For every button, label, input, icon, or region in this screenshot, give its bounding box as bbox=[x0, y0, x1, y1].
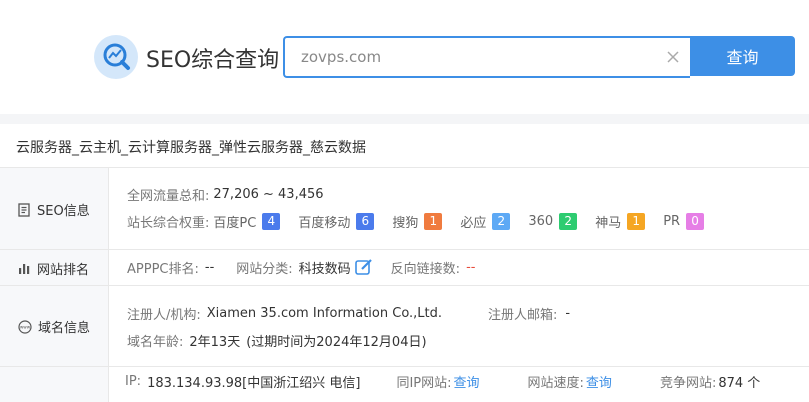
weight-name-360: 360 bbox=[528, 214, 554, 229]
rank-line: APPPC排名: -- 网站分类: 科技数码 反向链接数: -- bbox=[127, 258, 475, 277]
weight-badge-shenma[interactable]: 1 bbox=[627, 213, 646, 230]
search-input[interactable] bbox=[301, 38, 651, 76]
seo-info-label-group: SEO信息 bbox=[18, 200, 90, 219]
domain-age-line: 域名年龄: 2年13天 (过期时间为2024年12月04日) bbox=[127, 331, 427, 350]
header: SEO综合查询 查询 bbox=[0, 0, 809, 114]
weight-name-sogou: 搜狗 bbox=[392, 216, 419, 231]
weight-name-shenma: 神马 bbox=[595, 216, 622, 231]
site-rank-row: 网站排名 APPPC排名: -- 网站分类: 科技数码 反向链接数: -- bbox=[0, 250, 809, 286]
weight-name-pr: PR bbox=[663, 214, 681, 229]
weight-name-bing: 必应 bbox=[460, 216, 487, 231]
domain-info-row: www 域名信息 注册人/机构: Xiamen 35.com Informati… bbox=[0, 286, 809, 367]
domain-age-label: 域名年龄: bbox=[127, 335, 184, 350]
domain-age-value: 2年13天 bbox=[189, 335, 241, 350]
close-icon[interactable] bbox=[666, 50, 680, 64]
site-speed-label: 网站速度: bbox=[527, 376, 584, 391]
weight-badge-pr[interactable]: 0 bbox=[686, 213, 705, 230]
category-label: 网站分类: bbox=[236, 262, 293, 277]
domain-info-label-group: www 域名信息 bbox=[18, 317, 90, 336]
backlinks-label: 反向链接数: bbox=[390, 262, 461, 277]
ip-line: IP: 183.134.93.98[中国浙江绍兴 电信] 同IP网站: 查询 网… bbox=[125, 372, 760, 391]
domain-info-label-cell: www 域名信息 bbox=[0, 286, 109, 366]
search-box bbox=[283, 36, 690, 78]
seo-info-label: SEO信息 bbox=[37, 204, 90, 219]
site-speed-query-link[interactable]: 查询 bbox=[586, 372, 612, 391]
registrant-email-value: - bbox=[565, 306, 571, 321]
registrant-line: 注册人/机构: Xiamen 35.com Information Co.,Lt… bbox=[127, 304, 570, 323]
apppc-rank-label: APPPC排名: bbox=[127, 262, 199, 277]
weight-badge-baidu-mobile[interactable]: 6 bbox=[356, 213, 375, 230]
logo-text: SEO综合查询 bbox=[146, 48, 280, 73]
ip-row: IP: 183.134.93.98[中国浙江绍兴 电信] 同IP网站: 查询 网… bbox=[0, 367, 809, 402]
section-gap bbox=[0, 114, 809, 124]
same-ip-label: 同IP网站: bbox=[396, 376, 452, 391]
site-rank-label-group: 网站排名 bbox=[18, 259, 89, 278]
apppc-rank-value: -- bbox=[204, 260, 215, 275]
domain-expire-text: (过期时间为2024年12月04日) bbox=[246, 335, 427, 350]
traffic-line: 全网流量总和: 27,206 ~ 43,456 bbox=[127, 185, 324, 204]
weight-badge-bing[interactable]: 2 bbox=[492, 213, 511, 230]
weight-badge-baidu-pc[interactable]: 4 bbox=[262, 213, 281, 230]
competing-sites-value: 874 个 bbox=[718, 376, 761, 391]
competing-sites-label: 竞争网站: bbox=[659, 376, 717, 391]
site-rank-label-cell: 网站排名 bbox=[0, 250, 109, 285]
same-ip-query-link[interactable]: 查询 bbox=[454, 372, 480, 391]
logo-icon bbox=[94, 35, 138, 79]
site-rank-label: 网站排名 bbox=[37, 263, 90, 278]
ip-label-cell bbox=[0, 367, 109, 402]
svg-text:www: www bbox=[20, 324, 31, 329]
weight-badge-360[interactable]: 2 bbox=[559, 213, 578, 230]
edit-icon[interactable] bbox=[354, 259, 373, 276]
search-button[interactable]: 查询 bbox=[690, 36, 795, 76]
traffic-label: 全网流量总和: bbox=[127, 189, 210, 204]
weight-badge-sogou[interactable]: 1 bbox=[424, 213, 443, 230]
weight-name-baidu-pc: 百度PC bbox=[213, 216, 257, 231]
weight-label: 站长综合权重: bbox=[127, 216, 210, 231]
weight-line: 站长综合权重: 百度PC 4 百度移动 6 搜狗 1 必应 2 360 2 神马… bbox=[127, 212, 722, 231]
seo-info-row: SEO信息 全网流量总和: 27,206 ~ 43,456 站长综合权重: 百度… bbox=[0, 168, 809, 250]
bar-chart-icon bbox=[19, 264, 30, 274]
category-value: 科技数码 bbox=[298, 262, 351, 277]
site-title: 云服务器_云主机_云计算服务器_弹性云服务器_慈云数据 bbox=[16, 140, 366, 156]
ip-value: 183.134.93.98[中国浙江绍兴 电信] bbox=[147, 376, 361, 391]
ip-label: IP: bbox=[125, 374, 142, 389]
site-title-row: 云服务器_云主机_云计算服务器_弹性云服务器_慈云数据 bbox=[0, 124, 809, 168]
domain-info-label: 域名信息 bbox=[38, 321, 91, 336]
backlinks-value: -- bbox=[466, 260, 476, 275]
traffic-value: 27,206 ~ 43,456 bbox=[213, 187, 324, 202]
seo-info-label-cell: SEO信息 bbox=[0, 168, 109, 249]
registrant-label: 注册人/机构: bbox=[127, 308, 201, 323]
registrant-value: Xiamen 35.com Information Co.,Ltd. bbox=[206, 306, 443, 321]
www-globe-icon: www bbox=[18, 319, 32, 334]
registrant-email-label: 注册人邮箱: bbox=[488, 308, 558, 323]
document-icon bbox=[18, 202, 30, 217]
weight-name-baidu-mobile: 百度移动 bbox=[298, 216, 351, 231]
